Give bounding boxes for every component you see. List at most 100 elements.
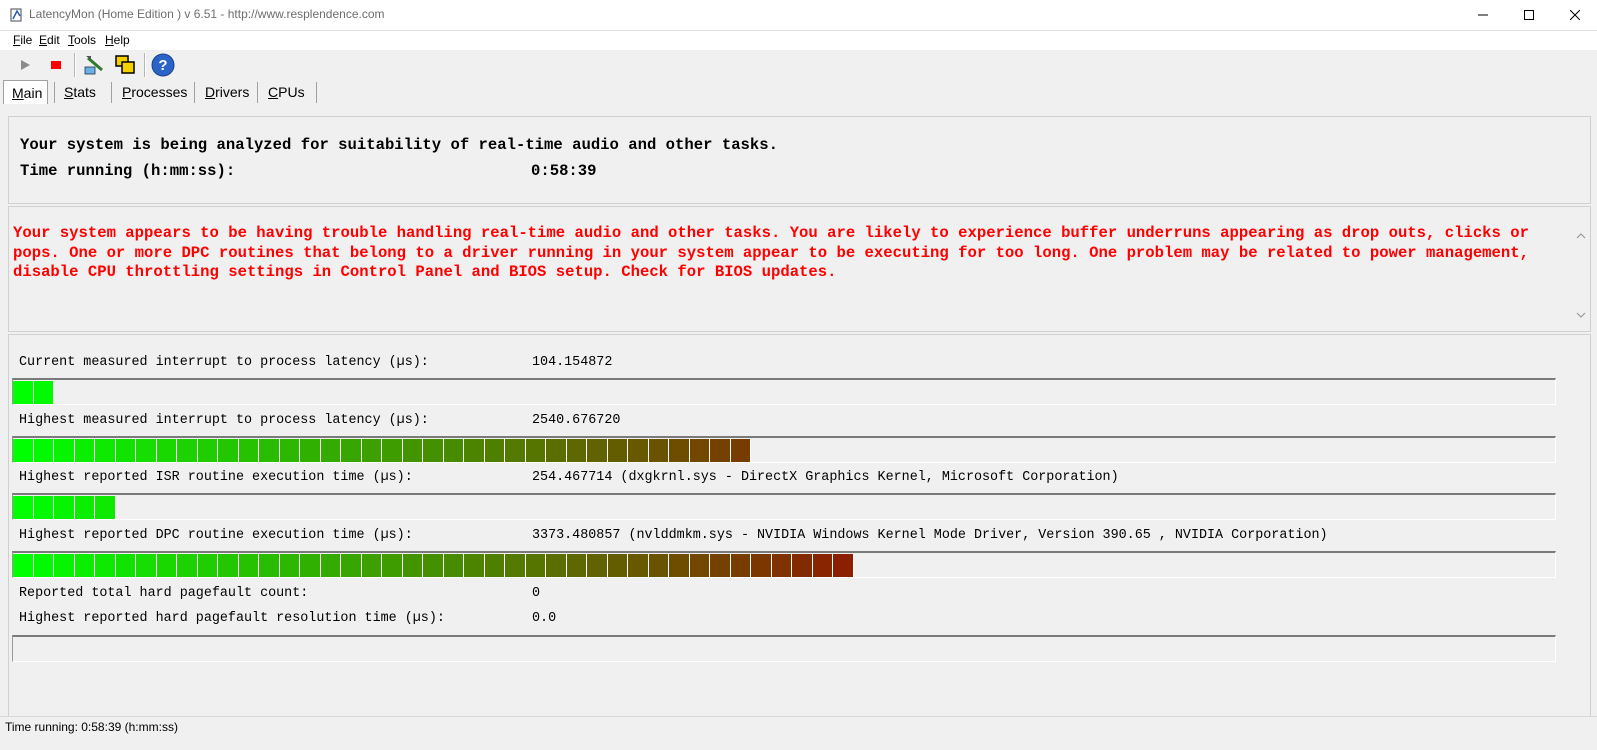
bar-segment [648, 439, 669, 462]
stop-icon [51, 61, 61, 69]
highest-dpc-driver: (nvlddmkm.sys - NVIDIA Windows Kernel Mo… [628, 528, 1328, 543]
help-button[interactable]: ? [151, 53, 175, 77]
analysis-status-panel: Your system is being analyzed for suitab… [8, 116, 1591, 204]
tab-drivers-label: rivers [215, 84, 250, 100]
bar-segment [259, 439, 280, 462]
close-button[interactable] [1552, 0, 1597, 30]
close-icon [1570, 10, 1580, 20]
verdict-message: Your system appears to be having trouble… [13, 224, 1529, 281]
tab-processes-label: rocesses [131, 84, 188, 100]
bar-segment [382, 439, 403, 462]
tab-cpus-accel: C [268, 84, 279, 100]
bar-segment [361, 554, 382, 577]
bar-segment [74, 496, 95, 519]
bar-segment [13, 496, 34, 519]
bar-segment [300, 554, 321, 577]
toolbar-separator [74, 53, 76, 77]
verdict-scrollbar[interactable] [1574, 227, 1588, 327]
tools-button[interactable] [82, 53, 106, 77]
bar-segment [607, 554, 628, 577]
bar-segment [464, 554, 485, 577]
bar-segment [628, 554, 649, 577]
tab-separator [111, 82, 112, 103]
bar-segment [177, 554, 198, 577]
pagefault-time-bar [12, 635, 1556, 662]
tab-main-label: ain [23, 85, 43, 101]
bar-segment [484, 554, 505, 577]
bar-segment [13, 439, 34, 462]
bar-segment [259, 554, 280, 577]
bar-segment [74, 554, 95, 577]
svg-text:?: ? [158, 57, 167, 74]
bar-segment [730, 439, 751, 462]
highest-dpc-value-line: 3373.480857 (nvlddmkm.sys - NVIDIA Windo… [532, 528, 1328, 543]
bar-segment [341, 554, 362, 577]
bar-segment [443, 439, 464, 462]
help-icon: ? [151, 53, 175, 77]
bar-segment [464, 439, 485, 462]
bar-segment [587, 439, 608, 462]
maximize-icon [1524, 10, 1534, 20]
title-bar[interactable]: LatencyMon (Home Edition ) v 6.51 - http… [0, 0, 1597, 30]
bar-segment [33, 381, 54, 404]
tab-stats-label: tats [73, 84, 96, 100]
bar-segment [300, 439, 321, 462]
tab-drivers[interactable]: Drivers [197, 80, 257, 104]
bar-segment [546, 554, 567, 577]
bar-segment [238, 439, 259, 462]
scroll-down-icon [1576, 312, 1586, 318]
bar-segment [505, 439, 526, 462]
bar-segment [382, 554, 403, 577]
play-icon [21, 60, 30, 70]
stop-button[interactable] [44, 53, 68, 77]
pagefault-time-label: Highest reported hard pagefault resoluti… [19, 611, 445, 626]
menu-file-label: ile [20, 33, 33, 47]
tab-stats-accel: S [64, 84, 74, 100]
menu-bar: File Edit Tools Help [0, 30, 1597, 50]
menu-help-label: elp [113, 33, 130, 47]
tab-strip: Main Stats Processes Drivers CPUs [0, 80, 1597, 106]
bar-segment [607, 439, 628, 462]
bar-segment [566, 554, 587, 577]
current-latency-bar [12, 378, 1556, 405]
bar-segment [833, 554, 854, 577]
menu-tools[interactable]: Tools [68, 33, 96, 47]
tab-separator [194, 82, 195, 103]
bar-segment [320, 439, 341, 462]
bar-segment [33, 496, 54, 519]
bar-segment [156, 439, 177, 462]
menu-help-accel: H [105, 33, 114, 47]
bar-segment [689, 554, 710, 577]
bar-segment [54, 439, 75, 462]
pagefault-count-value: 0 [532, 586, 541, 601]
tab-cpus[interactable]: CPUs [260, 80, 313, 104]
tab-main[interactable]: Main [3, 80, 48, 104]
toolbar: ? [0, 50, 1597, 80]
bar-segment [710, 554, 731, 577]
bar-segment [423, 554, 444, 577]
bar-segment [320, 554, 341, 577]
pagefault-count-label: Reported total hard pagefault count: [19, 586, 309, 601]
tab-stats[interactable]: Stats [56, 80, 104, 104]
bar-segment [812, 554, 833, 577]
bar-segment [648, 554, 669, 577]
highest-dpc-bar [12, 551, 1556, 578]
tab-separator [54, 82, 55, 103]
start-button[interactable] [13, 53, 37, 77]
tab-processes[interactable]: Processes [114, 80, 195, 104]
bar-segment [341, 439, 362, 462]
minimize-button[interactable] [1460, 0, 1506, 30]
windows-button[interactable] [113, 53, 137, 77]
bar-segment [136, 439, 157, 462]
highest-latency-value: 2540.676720 [532, 413, 621, 428]
windows-icon [115, 55, 135, 74]
highest-dpc-value: 3373.480857 [532, 528, 621, 543]
bar-segment [33, 439, 54, 462]
menu-file[interactable]: File [13, 33, 32, 47]
menu-help[interactable]: Help [105, 33, 130, 47]
menu-edit[interactable]: Edit [39, 33, 60, 47]
bar-segment [710, 439, 731, 462]
maximize-button[interactable] [1506, 0, 1552, 30]
main-panel: Your system is being analyzed for suitab… [8, 116, 1591, 717]
bar-segment [546, 439, 567, 462]
